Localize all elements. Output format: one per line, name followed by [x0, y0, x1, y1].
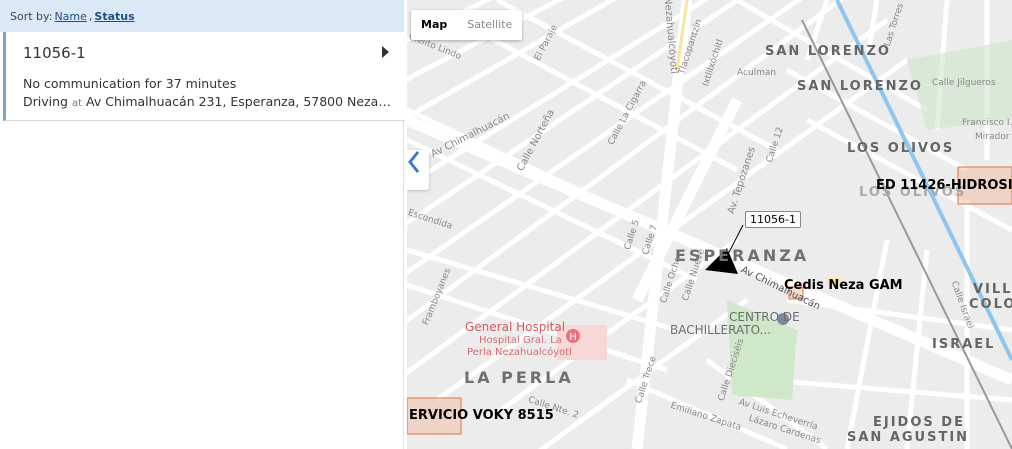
collapse-panel-button[interactable]: [407, 150, 429, 190]
sort-by-status-link[interactable]: Status: [94, 10, 134, 23]
driving-label: Driving: [23, 94, 68, 109]
area-israel: ISRAEL: [932, 337, 996, 352]
area-ejidos: EJIDOS DE: [873, 415, 965, 430]
area-los-olivos: LOS OLIVOS: [847, 141, 955, 156]
poi-hospital-sub2: Perla Nezahualcóyotl: [467, 347, 572, 358]
driving-location: Driving at Av Chimalhuacán 231, Esperanza,…: [23, 94, 395, 109]
map-type-map-button[interactable]: Map: [411, 10, 457, 40]
at-label: at: [71, 98, 83, 109]
area-san-agustin: SAN AGUSTIN: [847, 430, 970, 445]
geofence-label-voky[interactable]: ERVICIO VOKY 8515: [409, 408, 554, 423]
svg-text:H: H: [569, 332, 577, 343]
vehicle-list-panel: Sort by: Name, Status 11056-1 No communi…: [0, 0, 405, 449]
poi-general-hospital[interactable]: General Hospital: [465, 320, 565, 334]
vehicle-card[interactable]: 11056-1 No communication for 37 minutes …: [3, 32, 405, 121]
area-vill: VILL: [973, 282, 1012, 297]
sort-label: Sort by:: [10, 9, 53, 23]
geofence-label-ed[interactable]: ED 11426-HIDROSIN: [876, 178, 1012, 193]
poi-bachillerato: BACHILLERATO...: [670, 323, 771, 337]
vehicle-id: 11056-1: [23, 44, 86, 62]
sort-bar: Sort by: Name, Status: [0, 0, 403, 32]
vehicle-tooltip[interactable]: 11056-1: [745, 211, 801, 228]
area-colo: COLO: [969, 297, 1012, 312]
expand-arrow-icon[interactable]: [382, 46, 389, 58]
street-mirador: Mirador: [975, 132, 1010, 142]
sort-by-name-link[interactable]: Name: [54, 10, 86, 23]
poi-hospital-sub1: Hospital Gral. La: [479, 335, 562, 346]
map-view[interactable]: H SAN LORENZO SAN LORENZO LOS OLIVOS LOS…: [407, 0, 1012, 449]
geofence-label-cedis[interactable]: Cedis Neza GAM: [784, 278, 903, 293]
vehicle-address: Av Chimalhuacán 231, Esperanza, 57800 Ne…: [86, 94, 395, 109]
area-la-perla: LA PERLA: [464, 368, 574, 387]
area-san-lorenzo: SAN LORENZO: [765, 44, 891, 59]
area-san-lorenzo-2: SAN LORENZO: [797, 79, 923, 94]
chevron-left-icon: [408, 151, 420, 173]
map-type-satellite-button[interactable]: Satellite: [457, 10, 522, 40]
communication-status: No communication for 37 minutes: [23, 76, 237, 91]
map-type-control: Map Satellite: [411, 10, 523, 40]
street-aculman: Aculman: [737, 68, 777, 78]
street-jilgueros: Calle Jilgueros: [932, 78, 996, 88]
street-francisco: Francisco I.: [962, 118, 1012, 128]
poi-centro[interactable]: CENTRO DE: [729, 310, 800, 324]
